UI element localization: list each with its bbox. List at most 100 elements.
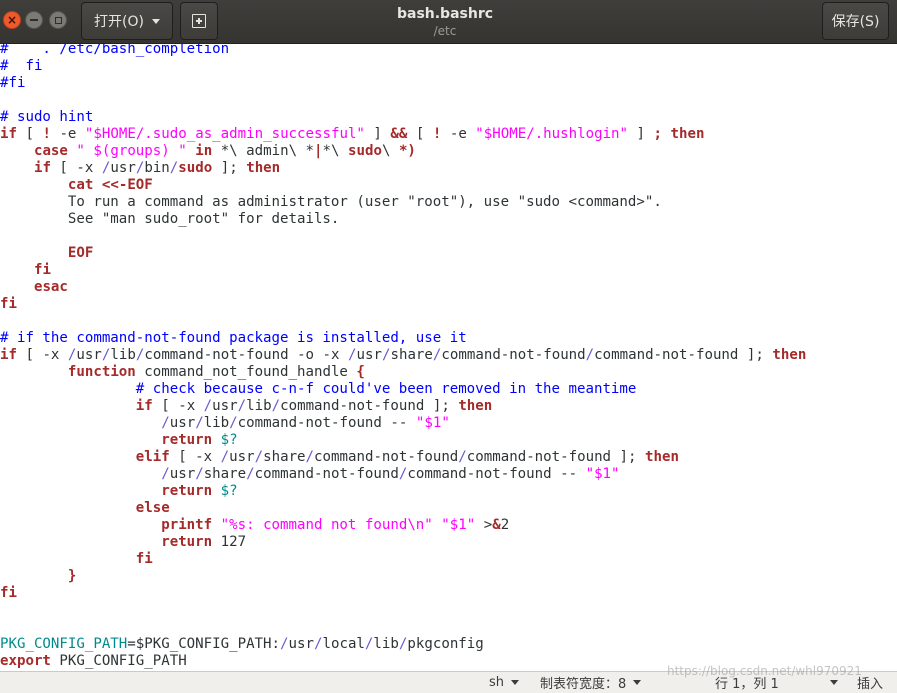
code-token: / [254, 449, 264, 465]
code-line[interactable]: # sudo hint [0, 109, 806, 126]
code-line[interactable]: #fi [0, 75, 806, 92]
code-line[interactable]: } [0, 568, 806, 585]
minimize-button[interactable] [25, 11, 43, 29]
code-line[interactable] [0, 602, 806, 619]
code-token: "$1" [415, 415, 450, 431]
code-token: command-not-found ]; [594, 347, 773, 363]
code-token: ] [364, 126, 391, 142]
code-line[interactable]: fi [0, 585, 806, 602]
maximize-button[interactable] [49, 11, 67, 29]
code-line[interactable]: if [ -x /usr/lib/command-not-found ]; th… [0, 398, 806, 415]
chevron-down-icon [511, 680, 520, 685]
code-line[interactable]: fi [0, 262, 806, 279]
code-token: See "man sudo_root" for details. [0, 211, 340, 227]
code-line[interactable]: if [ -x /usr/lib/command-not-found -o -x… [0, 347, 806, 364]
code-line[interactable]: # . /etc/bash_completion [0, 44, 806, 58]
open-button[interactable]: 打开(O) [81, 2, 173, 40]
code-line[interactable]: # check because c-n-f could've been remo… [0, 381, 806, 398]
code-token: command-not-found -- [237, 415, 416, 431]
code-view[interactable]: # . /etc/bash_completion # fi #fi # sudo hi… [0, 44, 806, 670]
language-selector[interactable]: sh [489, 672, 520, 693]
code-token: command_not_found_handle [135, 364, 357, 380]
code-token: # if the command-not-found package is in… [0, 330, 467, 346]
code-line[interactable]: if [ -x /usr/bin/sudo ]; then [0, 160, 806, 177]
code-token: "$HOME/.hushlogin" [475, 126, 629, 142]
code-token: command-not-found ]; [466, 449, 645, 465]
code-token: / [195, 466, 204, 482]
code-token: function [67, 364, 136, 380]
code-line[interactable]: return $? [0, 432, 806, 449]
code-line[interactable]: if [ ! -e "$HOME/.sudo_as_admin_successf… [0, 126, 806, 143]
code-token: then [645, 449, 679, 465]
code-line[interactable] [0, 228, 806, 245]
code-line[interactable]: return $? [0, 483, 806, 500]
code-token: / [161, 415, 170, 431]
code-line[interactable]: To run a command as administrator (user … [0, 194, 806, 211]
code-token: local [322, 636, 365, 652]
code-line[interactable]: /usr/share/command-not-found/command-not… [0, 466, 806, 483]
code-token: return [161, 483, 213, 499]
code-token: else [135, 500, 170, 516]
code-token: ; [653, 126, 663, 142]
code-line[interactable]: PKG_CONFIG_PATH=$PKG_CONFIG_PATH:/usr/lo… [0, 636, 806, 653]
code-token: lib [246, 398, 272, 414]
code-token: ] [628, 126, 654, 142]
code-token: in [195, 143, 213, 159]
code-line[interactable]: printf "%s: command not found\n" "$1" >&… [0, 517, 806, 534]
code-line[interactable]: return 127 [0, 534, 806, 551]
code-token: && [390, 126, 408, 142]
new-tab-button[interactable] [180, 2, 218, 40]
code-token: usr [229, 449, 255, 465]
code-token: usr [110, 160, 136, 176]
code-token: ! [42, 126, 51, 142]
code-token: / [195, 415, 204, 431]
code-token: #fi [0, 75, 26, 91]
close-button[interactable]: × [3, 11, 21, 29]
code-token: sudo [348, 143, 382, 159]
code-line[interactable] [0, 619, 806, 636]
code-token: / [246, 466, 255, 482]
code-line[interactable]: else [0, 500, 806, 517]
code-line[interactable]: esac [0, 279, 806, 296]
tab-width-selector[interactable]: 制表符宽度：8 [540, 672, 642, 693]
window-subtitle: /etc [433, 24, 457, 38]
code-token: esac [33, 279, 68, 295]
save-button[interactable]: 保存(S) [822, 2, 889, 40]
code-token: lib [373, 636, 399, 652]
text-editor[interactable]: # . /etc/bash_completion # fi #fi # sudo hi… [0, 44, 897, 671]
code-token: / [229, 415, 238, 431]
code-line[interactable]: See "man sudo_root" for details. [0, 211, 806, 228]
code-token: To run a command as administrator (user … [0, 194, 662, 210]
code-line[interactable]: EOF [0, 245, 806, 262]
code-line[interactable]: function command_not_found_handle { [0, 364, 806, 381]
code-line[interactable]: cat <<-EOF [0, 177, 806, 194]
code-line[interactable] [0, 92, 806, 109]
code-token: if [33, 160, 51, 176]
code-token: "$1" [441, 517, 476, 533]
code-token: / [220, 449, 230, 465]
code-line[interactable]: fi [0, 296, 806, 313]
code-line[interactable]: case " $(groups) " in *\ admin\ *|*\ sud… [0, 143, 806, 160]
code-line[interactable]: # if the command-not-found package is in… [0, 330, 806, 347]
minimize-icon [30, 19, 38, 21]
code-token: > [475, 517, 493, 533]
code-token: *\ admin\ * [212, 143, 315, 159]
code-line[interactable] [0, 313, 806, 330]
code-token: command-not-found [254, 466, 399, 482]
code-line[interactable]: elif [ -x /usr/share/command-not-found/c… [0, 449, 806, 466]
code-token: # fi [0, 58, 43, 74]
code-token: & [492, 517, 501, 533]
code-token: EOF [67, 245, 94, 261]
code-line[interactable]: fi [0, 551, 806, 568]
code-line[interactable]: /usr/lib/command-not-found -- "$1" [0, 415, 806, 432]
code-token: fi [135, 551, 153, 567]
code-token: usr [169, 415, 196, 431]
code-token: command-not-found -- [407, 466, 586, 482]
code-line[interactable]: # fi [0, 58, 806, 75]
